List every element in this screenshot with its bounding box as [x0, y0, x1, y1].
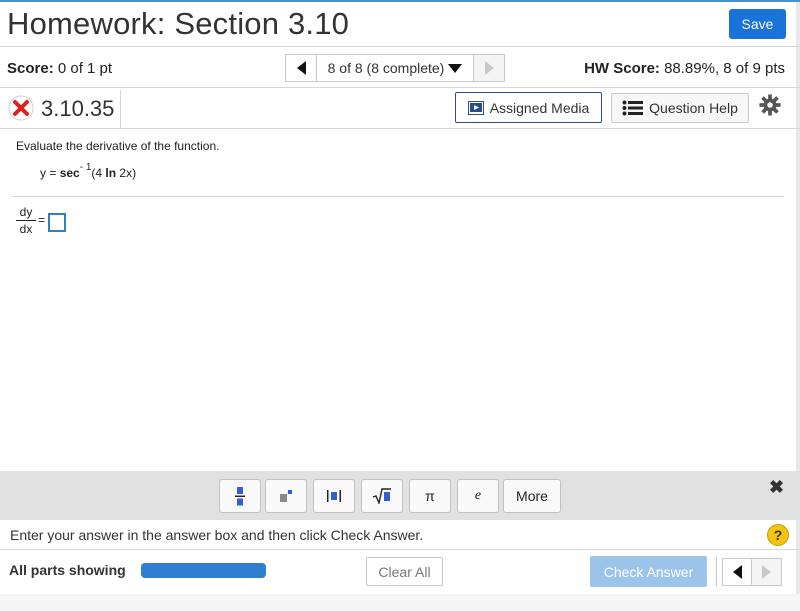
content-divider: [12, 196, 784, 197]
score-row: Score: 0 of 1 pt 8 of 8 (8 complete) HW …: [0, 46, 800, 88]
page-header: Homework: Section 3.10 Save: [0, 0, 800, 46]
gear-icon[interactable]: [759, 94, 781, 116]
list-icon: [622, 100, 644, 116]
question-selector-dropdown[interactable]: 8 of 8 (8 complete): [317, 54, 473, 82]
function-exponent: - 1: [79, 162, 92, 173]
function-ln: ln: [105, 166, 117, 180]
instruction-text: Enter your answer in the answer box and …: [10, 527, 424, 543]
question-prompt: Evaluate the derivative of the function.: [16, 139, 220, 153]
fraction-button[interactable]: [219, 479, 261, 513]
derivative-fraction: dy dx: [16, 205, 36, 236]
score-value: 0 of 1 pt: [57, 60, 113, 77]
more-button[interactable]: More: [503, 479, 561, 513]
instruction-row: Enter your answer in the answer box and …: [0, 520, 800, 550]
question-help-label: Question Help: [649, 100, 738, 116]
help-icon[interactable]: ?: [767, 524, 789, 546]
question-selector-label: 8 of 8 (8 complete): [327, 60, 445, 76]
divider: [120, 90, 121, 128]
fraction-icon: [235, 487, 245, 506]
action-row: All parts showing Clear All Check Answer: [0, 550, 800, 594]
function-expression: y = sec- 1(4 ln 2x): [40, 162, 137, 180]
media-play-icon: [467, 100, 484, 115]
assigned-media-button[interactable]: Assigned Media: [455, 92, 602, 123]
hw-score-value: 88.89%, 8 of 9 pts: [664, 60, 785, 77]
math-toolbar: π e More ✖: [0, 471, 800, 520]
pi-button[interactable]: π: [409, 479, 451, 513]
parts-progress-bar: [141, 563, 266, 578]
question-header-row: 3.10.35 Assigned Media Question Help: [0, 88, 800, 129]
close-toolbar-icon[interactable]: ✖: [769, 477, 784, 498]
arrow-left-icon: [296, 61, 306, 75]
square-root-icon: [372, 488, 391, 504]
question-number: 3.10.35: [41, 96, 115, 121]
question-navigator: 8 of 8 (8 complete): [285, 54, 505, 82]
score-label: Score:: [7, 60, 54, 77]
clear-all-button[interactable]: Clear All: [366, 557, 443, 586]
previous-part-button[interactable]: [722, 558, 752, 586]
absolute-value-icon: [327, 490, 341, 502]
arrow-right-icon: [484, 61, 494, 75]
arrow-right-icon: [762, 565, 771, 579]
assigned-media-label: Assigned Media: [489, 99, 590, 116]
footer-strip: [0, 594, 800, 611]
previous-question-button[interactable]: [285, 54, 317, 82]
parts-showing-label: All parts showing: [9, 562, 126, 578]
hw-score: HW Score: 88.89%, 8 of 9 pts: [584, 60, 785, 77]
exponent-button[interactable]: [265, 479, 307, 513]
equals-sign: =: [38, 213, 46, 227]
square-root-button[interactable]: [361, 479, 403, 513]
answer-input-box[interactable]: [48, 213, 66, 232]
function-arg-close: 2x): [116, 166, 137, 180]
score: Score: 0 of 1 pt: [7, 60, 112, 77]
arrow-left-icon: [732, 565, 742, 579]
next-question-button[interactable]: [473, 54, 505, 82]
incorrect-x-icon: [8, 95, 34, 121]
function-arg-open: (4: [91, 166, 106, 180]
caret-down-icon: [448, 63, 463, 73]
absolute-value-button[interactable]: [313, 479, 355, 513]
e-button[interactable]: e: [457, 479, 499, 513]
hw-score-label: HW Score:: [584, 60, 660, 77]
next-part-button[interactable]: [752, 558, 782, 586]
check-answer-button[interactable]: Check Answer: [590, 556, 707, 587]
derivative-denominator: dx: [19, 222, 33, 236]
divider: [716, 557, 717, 586]
function-lhs: y =: [40, 166, 60, 180]
exponent-icon: [280, 490, 292, 502]
function-sec: sec: [59, 166, 80, 180]
page-title: Homework: Section 3.10: [7, 6, 350, 41]
save-button[interactable]: Save: [729, 9, 786, 39]
derivative-numerator: dy: [16, 205, 36, 221]
question-help-button[interactable]: Question Help: [611, 93, 749, 123]
